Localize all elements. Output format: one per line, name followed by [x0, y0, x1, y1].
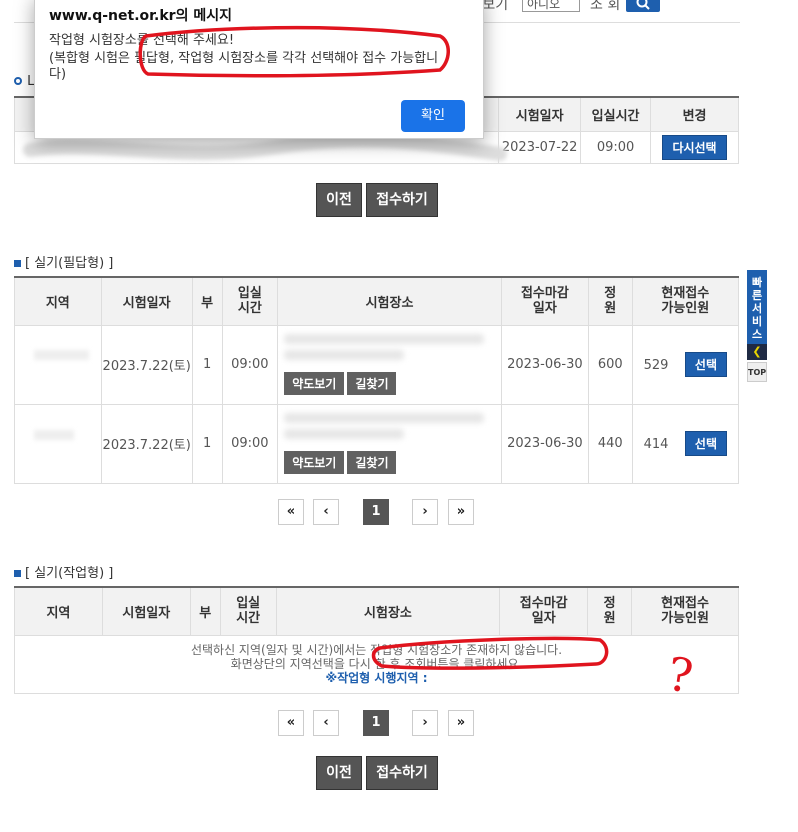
deadline-cell: 2023-06-30 — [500, 403, 589, 484]
selected-date: 2023-07-22 — [498, 130, 582, 164]
empty-message: 선택하신 지역(일자 및 시간)에서는 작업형 시험장소가 존재하지 않습니다.… — [14, 634, 739, 694]
first-page-button[interactable]: « — [278, 499, 304, 525]
capacity-cell: 440 — [587, 403, 633, 484]
redacted-venue — [284, 350, 405, 360]
col-capacity: 정 원 — [587, 276, 633, 326]
empty-message-line: 화면상단의 지역선택을 다시 한 후 조회버튼을 클릭하세요. — [230, 657, 523, 671]
page-1-button[interactable]: 1 — [363, 499, 389, 525]
alert-dialog: www.q-net.or.kr의 메시지 작업형 시험장소를 선택해 주세요! … — [34, 0, 484, 139]
route-button[interactable]: 길찾기 — [347, 372, 397, 395]
col-time: 입실시간 — [580, 96, 652, 132]
dialog-ok-button[interactable]: 확인 — [401, 100, 465, 132]
pagination: « ‹ 1 › » — [278, 499, 478, 527]
col-date: 시험일자 — [498, 96, 582, 132]
col-deadline: 접수마감 일자 — [500, 276, 589, 326]
next-page-button[interactable]: › — [412, 710, 438, 736]
empty-message-line: 선택하신 지역(일자 및 시간)에서는 작업형 시험장소가 존재하지 않습니다. — [190, 643, 563, 657]
redacted-venue — [284, 413, 485, 423]
part-cell: 1 — [191, 403, 223, 484]
redaction-scribble — [34, 350, 89, 440]
page-1-button[interactable]: 1 — [363, 710, 389, 736]
prev-page-button[interactable]: ‹ — [313, 499, 339, 525]
map-button[interactable]: 약도보기 — [284, 372, 345, 395]
bullet-icon — [14, 570, 21, 577]
redacted-venue — [284, 334, 485, 344]
col-part: 부 — [189, 586, 221, 636]
reselect-button[interactable]: 다시선택 — [662, 134, 727, 160]
last-page-button[interactable]: » — [448, 499, 474, 525]
col-entry: 입실 시간 — [221, 276, 279, 326]
view-select[interactable]: 아니오 — [522, 0, 580, 12]
map-button[interactable]: 약도보기 — [284, 451, 345, 474]
col-deadline: 접수마감 일자 — [499, 586, 589, 636]
deadline-cell: 2023-06-30 — [500, 324, 589, 405]
table-row: 2023.7.22(토) 1 09:00 약도보기 길찾기 2023-06-30 … — [14, 324, 740, 405]
select-button[interactable]: 선택 — [684, 352, 728, 377]
practical-table: 지역 시험일자 부 입실 시간 시험장소 접수마감 일자 정 원 현재접수 가능… — [14, 586, 739, 694]
written-section-title: [ 실기(필답형) ] — [14, 252, 113, 271]
chevron-left-icon[interactable]: ❮ — [747, 344, 767, 360]
written-table: 지역 시험일자 부 입실 시간 시험장소 접수마감 일자 정 원 현재접수 가능… — [14, 276, 740, 484]
col-region: 지역 — [14, 276, 102, 326]
col-venue: 시험장소 — [275, 586, 501, 636]
prev-button[interactable]: 이전 — [316, 756, 362, 790]
time-cell: 09:00 — [221, 403, 279, 484]
search-label: 조 회 — [590, 0, 621, 13]
venue-cell: 약도보기 길찾기 — [277, 324, 502, 405]
search-icon — [636, 0, 650, 10]
col-venue: 시험장소 — [277, 276, 502, 326]
selected-time: 09:00 — [580, 130, 652, 164]
capacity-cell: 600 — [587, 324, 633, 405]
prev-page-button[interactable]: ‹ — [313, 710, 339, 736]
date-cell: 2023.7.22(토) — [100, 403, 193, 484]
col-date: 시험일자 — [100, 276, 193, 326]
col-region: 지역 — [14, 586, 103, 636]
col-entry: 입실 시간 — [219, 586, 277, 636]
dialog-title: www.q-net.or.kr의 메시지 — [49, 8, 232, 24]
col-part: 부 — [191, 276, 223, 326]
available-cell: 529 선택 — [631, 324, 740, 405]
col-change: 변경 — [650, 96, 739, 132]
col-capacity: 정 원 — [587, 586, 633, 636]
part-cell: 1 — [191, 324, 223, 405]
section-marker: L — [14, 70, 34, 89]
next-page-button[interactable]: › — [412, 499, 438, 525]
submit-button[interactable]: 접수하기 — [366, 756, 438, 790]
prev-button[interactable]: 이전 — [316, 183, 362, 217]
time-cell: 09:00 — [221, 324, 279, 405]
date-cell: 2023.7.22(토) — [100, 324, 193, 405]
practical-region-note: ※작업형 시행지역 : — [325, 671, 428, 685]
col-available: 현재접수 가능인원 — [631, 586, 739, 636]
bullet-icon — [14, 260, 21, 267]
search-button[interactable] — [626, 0, 660, 12]
practical-section-title: [ 실기(작업형) ] — [14, 562, 113, 581]
first-page-button[interactable]: « — [278, 710, 304, 736]
select-button[interactable]: 선택 — [684, 431, 728, 456]
dialog-message: 작업형 시험장소를 선택해 주세요! (복합형 시험은 필답형, 작업형 시험장… — [49, 33, 439, 82]
table-row: 2023.7.22(토) 1 09:00 약도보기 길찾기 2023-06-30 … — [14, 403, 740, 484]
last-page-button[interactable]: » — [448, 710, 474, 736]
col-available: 현재접수 가능인원 — [631, 276, 740, 326]
col-date: 시험일자 — [101, 586, 191, 636]
scroll-top-button[interactable]: TOP — [747, 362, 767, 382]
route-button[interactable]: 길찾기 — [347, 451, 397, 474]
redacted-venue — [284, 429, 405, 439]
pagination: « ‹ 1 › » — [278, 710, 478, 738]
available-cell: 414 선택 — [631, 403, 740, 484]
submit-button[interactable]: 접수하기 — [366, 183, 438, 217]
venue-cell: 약도보기 길찾기 — [277, 403, 502, 484]
